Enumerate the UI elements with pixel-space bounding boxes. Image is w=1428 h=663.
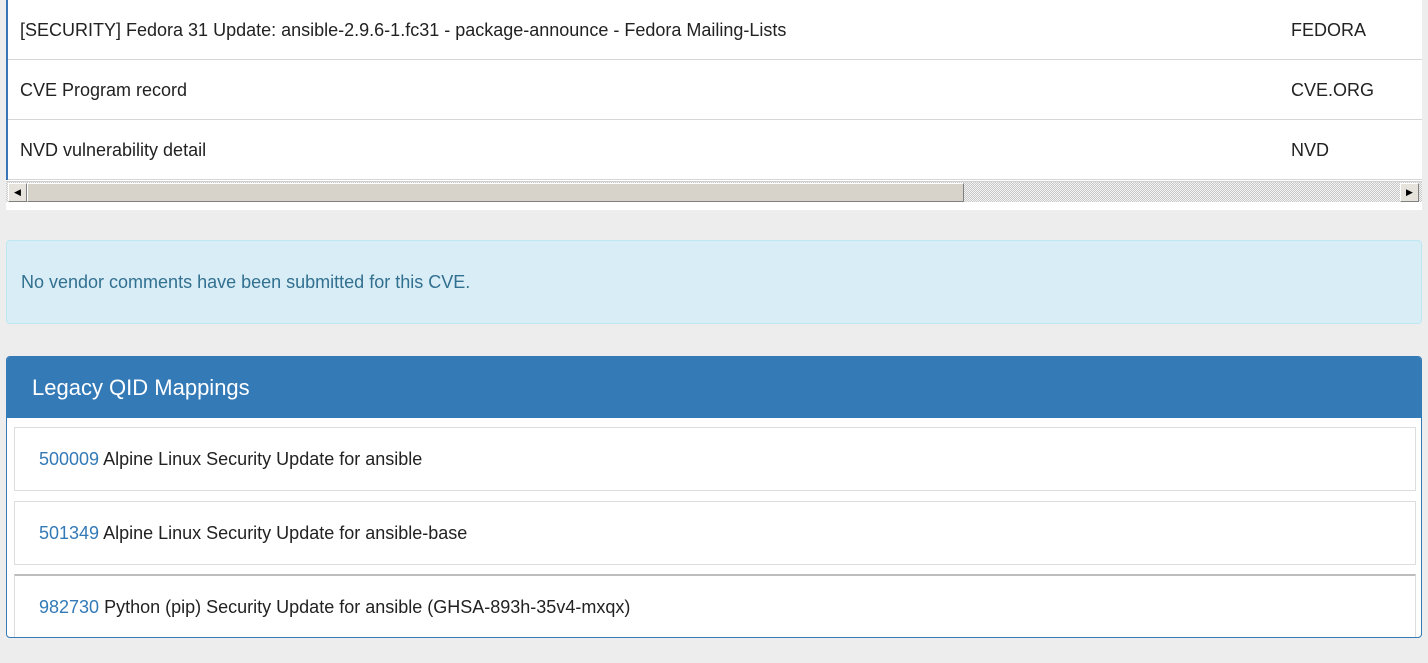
reference-title[interactable]: NVD vulnerability detail bbox=[20, 140, 206, 161]
qid-link[interactable]: 501349 bbox=[39, 523, 99, 543]
reference-row[interactable]: [SECURITY] Fedora 31 Update: ansible-2.9… bbox=[8, 0, 1422, 60]
qid-title: Python (pip) Security Update for ansible… bbox=[104, 597, 631, 617]
references-rows: [SECURITY] Fedora 31 Update: ansible-2.9… bbox=[6, 0, 1422, 180]
scrollbar-thumb[interactable] bbox=[27, 183, 964, 202]
vendor-comments-alert: No vendor comments have been submitted f… bbox=[6, 240, 1422, 324]
panel-title: Legacy QID Mappings bbox=[32, 375, 250, 400]
reference-source: NVD bbox=[1291, 140, 1330, 160]
qid-link[interactable]: 500009 bbox=[39, 449, 99, 469]
scroll-left-arrow-icon[interactable]: ◀ bbox=[8, 183, 27, 202]
qid-link[interactable]: 982730 bbox=[39, 597, 99, 617]
reference-source: CVE.ORG bbox=[1291, 80, 1375, 100]
reference-title[interactable]: [SECURITY] Fedora 31 Update: ansible-2.9… bbox=[20, 20, 786, 41]
qid-list-item: 982730 Python (pip) Security Update for … bbox=[14, 574, 1416, 637]
qid-list-item: 500009 Alpine Linux Security Update for … bbox=[14, 427, 1416, 491]
qid-list-item: 501349 Alpine Linux Security Update for … bbox=[14, 501, 1416, 565]
legacy-qid-panel: Legacy QID Mappings 500009 Alpine Linux … bbox=[6, 356, 1422, 638]
panel-heading: Legacy QID Mappings bbox=[7, 357, 1421, 418]
reference-row[interactable]: CVE Program record CVE.ORG bbox=[8, 60, 1422, 120]
qid-title: Alpine Linux Security Update for ansible… bbox=[103, 523, 468, 543]
scroll-right-arrow-icon[interactable]: ▶ bbox=[1400, 183, 1419, 202]
reference-title[interactable]: CVE Program record bbox=[20, 80, 187, 101]
reference-source: FEDORA bbox=[1291, 20, 1367, 40]
vendor-comments-message: No vendor comments have been submitted f… bbox=[21, 272, 471, 292]
qid-title: Alpine Linux Security Update for ansible bbox=[103, 449, 423, 469]
references-table: [SECURITY] Fedora 31 Update: ansible-2.9… bbox=[6, 0, 1422, 210]
horizontal-scrollbar[interactable]: ◀ ▶ bbox=[6, 181, 1422, 202]
reference-row[interactable]: NVD vulnerability detail NVD bbox=[8, 120, 1422, 180]
